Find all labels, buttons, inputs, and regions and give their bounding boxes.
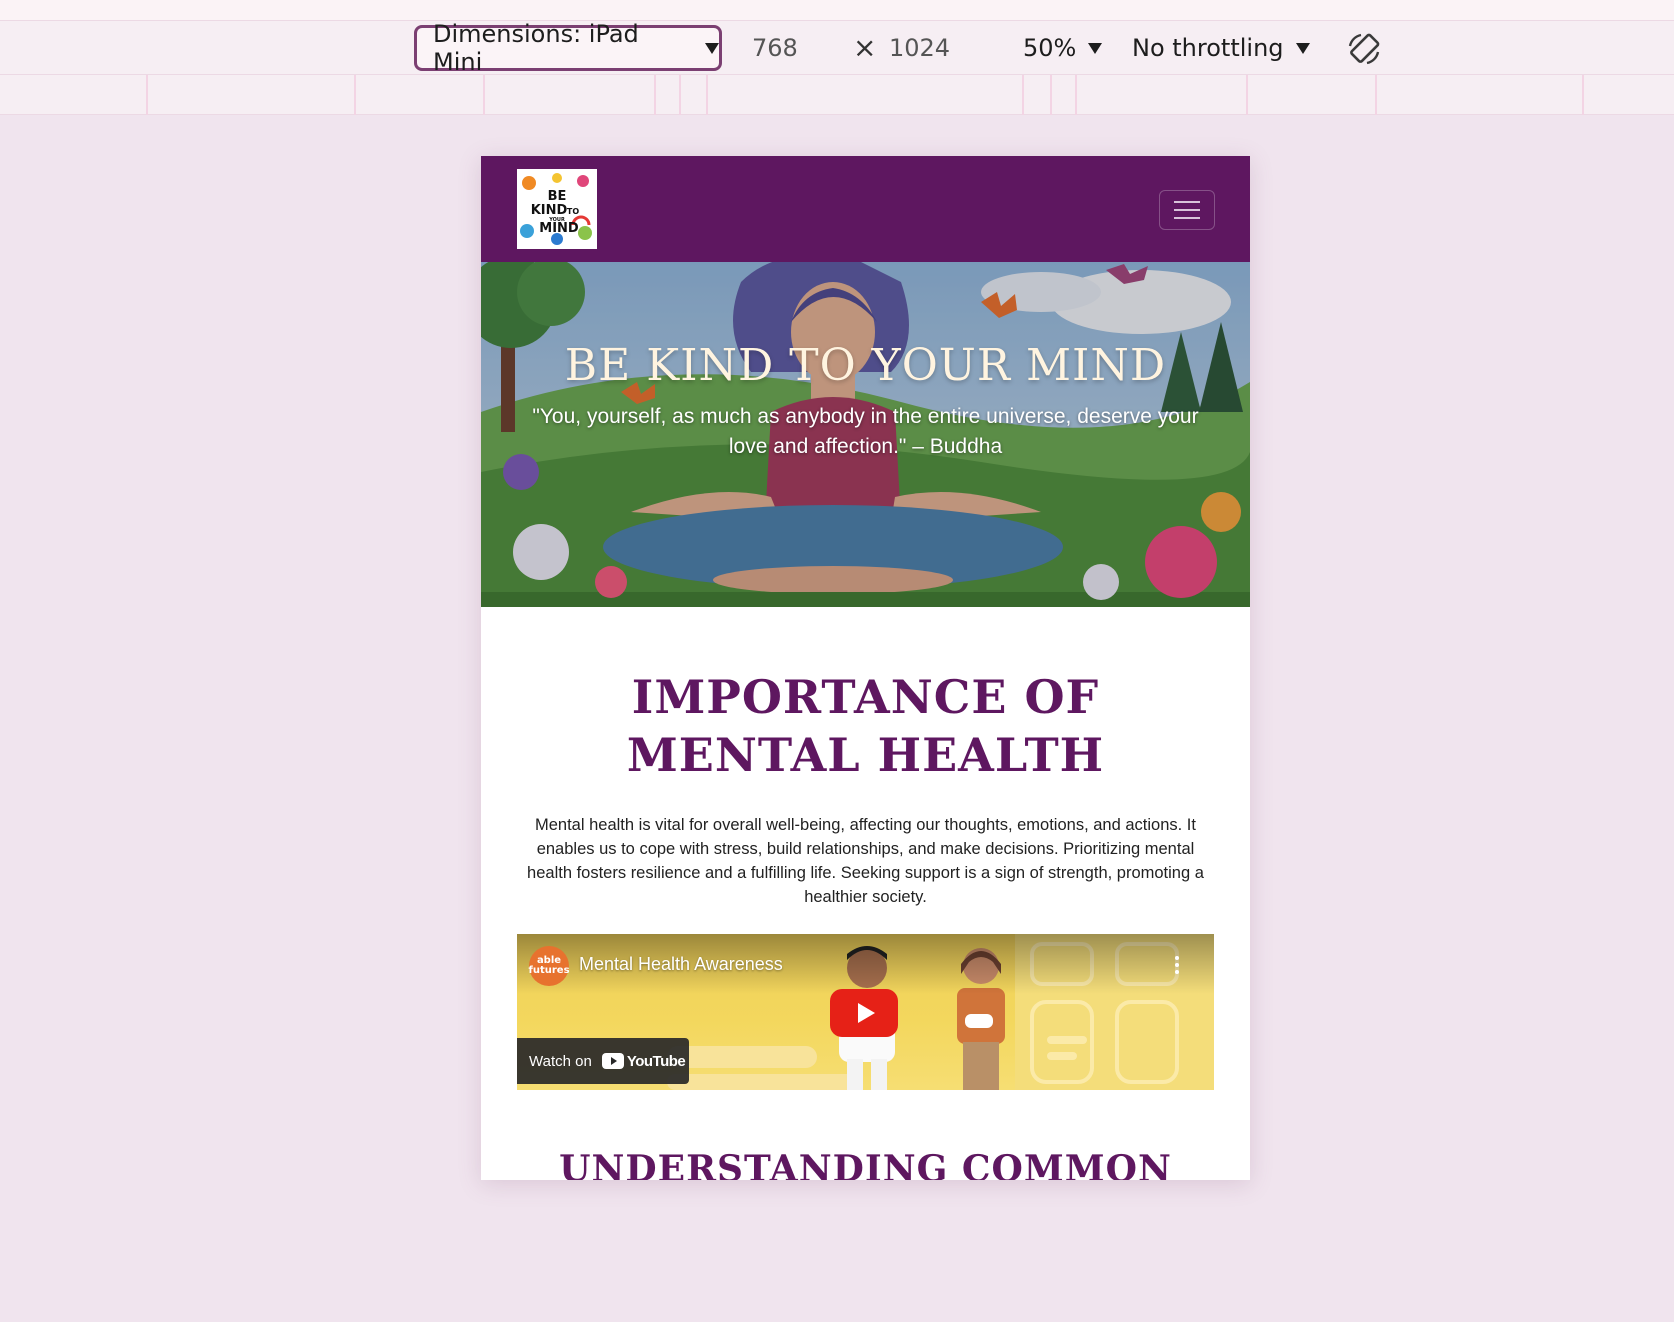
chevron-down-icon [1088, 42, 1103, 54]
site-navbar: BE KIND TO YOUR MIND [481, 156, 1250, 262]
logo-text-be: BE [548, 189, 567, 204]
logo-text-to: TO [567, 207, 579, 216]
watch-on-youtube-button[interactable]: Watch on YouTube [517, 1038, 689, 1084]
hero-banner: BE KIND TO YOUR MIND "You, yourself, as … [481, 262, 1250, 607]
logo-image: BE KIND TO YOUR MIND [517, 169, 597, 249]
times-icon: × [853, 31, 877, 64]
section-body-importance: Mental health is vital for overall well-… [527, 816, 1204, 906]
navbar-toggler-button[interactable] [1159, 190, 1215, 230]
section-title-importance: IMPORTANCE OF MENTAL HEALTH [626, 670, 1105, 782]
youtube-embed[interactable]: able futures Mental Health Awareness Wat… [517, 934, 1214, 1090]
throttling-dropdown[interactable]: No throttling [1132, 27, 1310, 69]
logo-text-mind: MIND [539, 221, 579, 236]
hamburger-icon [1174, 201, 1200, 203]
dimensions-dropdown[interactable]: Dimensions: iPad Mini [414, 20, 722, 76]
video-title[interactable]: Mental Health Awareness [579, 954, 783, 975]
section-title-understanding: UNDERSTANDING COMMON MENTAL [559, 1148, 1172, 1180]
device-toolbar: Dimensions: iPad Mini 768 × 1024 50% No … [0, 20, 1674, 76]
youtube-logo-icon: YouTube [601, 1052, 686, 1070]
watch-on-label: Watch on [529, 1052, 592, 1070]
media-query-ruler [0, 75, 1674, 115]
dimensions-label: Dimensions: iPad Mini [433, 20, 639, 76]
width-input[interactable]: 768 [752, 27, 822, 69]
device-viewport: BE KIND TO YOUR MIND BE KIND TO YOUR MIN… [481, 156, 1250, 1180]
chevron-down-icon [705, 42, 719, 54]
hero-quote: "You, yourself, as much as anybody in th… [532, 405, 1199, 458]
zoom-dropdown[interactable]: 50% [1023, 27, 1103, 69]
play-button[interactable] [830, 989, 898, 1037]
height-input[interactable]: 1024 [889, 27, 969, 69]
channel-avatar[interactable]: able futures [528, 946, 570, 986]
hero-title: BE KIND TO YOUR MIND [564, 340, 1167, 391]
channel-avatar-line2: futures [528, 965, 570, 976]
devtools-top-strip [0, 0, 1674, 21]
youtube-logo-text: YouTube [626, 1052, 686, 1070]
more-options-icon[interactable] [1174, 956, 1180, 978]
site-logo[interactable]: BE KIND TO YOUR MIND [517, 169, 597, 249]
zoom-label: 50% [1023, 34, 1077, 62]
rotate-icon[interactable] [1344, 29, 1384, 69]
logo-text-kind: KIND [531, 203, 568, 218]
chevron-down-icon [1295, 42, 1310, 54]
throttling-label: No throttling [1132, 34, 1284, 62]
